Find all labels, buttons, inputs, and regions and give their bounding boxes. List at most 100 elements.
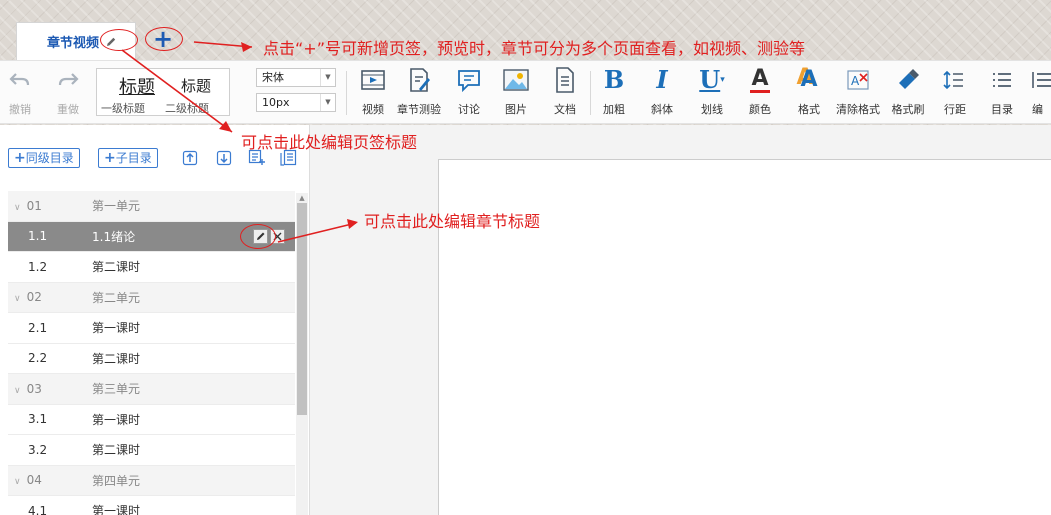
move-down-button[interactable]: [215, 148, 233, 168]
annotation-edit-chapter: 可点击此处编辑章节标题: [364, 212, 541, 231]
chapter-title: 第二课时: [92, 260, 141, 275]
italic-button[interactable]: I 斜体: [646, 65, 678, 121]
font-color-button[interactable]: A 颜色: [743, 65, 777, 121]
row-tools: [253, 228, 285, 244]
editor-toolbar: 撤销 重做 标题 标题 一级标题 二级标题 宋体 ▼ 10px ▼ 视频 章节测…: [0, 60, 1051, 124]
discussion-button[interactable]: 讨论: [453, 65, 485, 121]
plus-icon: +: [104, 150, 116, 166]
pencil-icon[interactable]: [105, 36, 117, 48]
chapter-number: ∨ 02: [14, 290, 42, 305]
line-spacing-button[interactable]: 行距: [937, 65, 973, 121]
tree-lesson-row[interactable]: 1.1 1.1绪论: [8, 221, 295, 252]
font-size-select[interactable]: 10px ▼: [256, 93, 336, 112]
format-icon: A: [800, 67, 818, 92]
undo-button[interactable]: 撤销: [2, 65, 38, 121]
chevron-down-icon[interactable]: ∨: [14, 294, 21, 304]
redo-button[interactable]: 重做: [50, 65, 86, 121]
numbering-button[interactable]: 编: [1032, 65, 1051, 121]
scroll-up-icon[interactable]: ▲: [296, 193, 308, 203]
tree-unit-row[interactable]: ∨ 01 第一单元: [8, 191, 295, 222]
quiz-icon: [404, 65, 434, 95]
chapter-number: 1.2: [28, 259, 48, 274]
chevron-down-icon: ▼: [320, 94, 335, 111]
toolbar-divider: [590, 71, 591, 115]
format-painter-icon: [893, 65, 923, 95]
tree-unit-row[interactable]: ∨ 04 第四单元: [8, 465, 295, 496]
document-icon: [550, 65, 580, 95]
font-color-icon: A: [750, 65, 770, 93]
toc-icon: [987, 65, 1017, 95]
tree-lesson-row[interactable]: 2.1 第一课时: [8, 313, 295, 344]
heading1-button[interactable]: 标题: [119, 73, 155, 99]
chapter-quiz-button[interactable]: 章节测验: [394, 65, 444, 121]
tab-chapter-video[interactable]: 章节视频: [16, 22, 136, 60]
tree-lesson-row[interactable]: 3.1 第一课时: [8, 404, 295, 435]
chevron-down-icon[interactable]: ∨: [14, 477, 21, 487]
add-child-button[interactable]: +子目录: [98, 148, 158, 168]
toolbar-divider: [346, 71, 347, 115]
format-painter-button[interactable]: 格式刷: [886, 65, 930, 121]
undo-icon: [5, 65, 35, 95]
font-family-select[interactable]: 宋体 ▼: [256, 68, 336, 87]
tree-lesson-row[interactable]: 2.2 第二课时: [8, 343, 295, 374]
chapter-number: 2.1: [28, 320, 48, 335]
edit-pencil-icon[interactable]: [253, 228, 268, 244]
chapter-number: ∨ 01: [14, 198, 42, 213]
chapter-title: 第一单元: [92, 199, 141, 214]
tree-lesson-row[interactable]: 3.2 第二课时: [8, 435, 295, 466]
add-sibling-button[interactable]: +同级目录: [8, 148, 80, 168]
chapter-tree: ∨ 01 第一单元 1.1 1.1绪论 1.2 第二课时 ∨ 02 第二单元 2.1 第一课时 2.2 第…: [8, 191, 295, 515]
plus-icon: +: [152, 25, 174, 53]
scrollbar-thumb[interactable]: [297, 203, 307, 415]
chapter-title: 第二单元: [92, 290, 141, 305]
annotation-edit-tab: 可点击此处编辑页签标题: [241, 133, 418, 152]
toc-button[interactable]: 目录: [986, 65, 1018, 121]
chapter-number: ∨ 03: [14, 381, 42, 396]
tab-label: 章节视频: [47, 36, 100, 51]
chapter-number: 4.1: [28, 503, 48, 515]
chapter-title: 第三单元: [92, 382, 141, 397]
svg-text:A: A: [851, 74, 860, 88]
chevron-down-icon: ▼: [320, 69, 335, 86]
heading2-button[interactable]: 标题: [181, 75, 211, 96]
bold-button[interactable]: B 加粗: [598, 65, 630, 121]
heading-style-picker: 标题 标题 一级标题 二级标题: [96, 68, 230, 116]
chapter-number: 3.2: [28, 442, 48, 457]
chapter-title: 第四单元: [92, 473, 141, 488]
add-tab-button[interactable]: +: [148, 25, 178, 53]
chapter-title: 第二课时: [92, 351, 141, 366]
editor-area: [310, 125, 1051, 515]
tree-lesson-row[interactable]: 4.1 第一课时: [8, 496, 295, 515]
tree-lesson-row[interactable]: 1.2 第二课时: [8, 252, 295, 283]
document-button[interactable]: 文档: [549, 65, 581, 121]
tree-unit-row[interactable]: ∨ 02 第二单元: [8, 282, 295, 313]
chapter-number: 1.1: [28, 229, 48, 244]
redo-icon: [53, 65, 83, 95]
video-button[interactable]: 视频: [356, 65, 390, 121]
line-spacing-icon: [940, 65, 970, 95]
chapter-title: 第一课时: [92, 504, 141, 515]
bold-icon: B: [603, 65, 625, 94]
chapter-number: ∨ 04: [14, 473, 42, 488]
close-icon[interactable]: [270, 228, 285, 244]
clear-format-button[interactable]: A 清除格式: [832, 65, 884, 121]
underline-button[interactable]: U ▾ 划线: [694, 65, 730, 121]
image-icon: [501, 65, 531, 95]
clear-format-icon: A: [843, 65, 873, 95]
video-icon: [358, 65, 388, 95]
chevron-down-icon[interactable]: ▾: [720, 75, 725, 85]
chapter-title: 第二课时: [92, 443, 141, 458]
discussion-icon: [454, 65, 484, 95]
chevron-down-icon[interactable]: ∨: [14, 386, 21, 396]
image-button[interactable]: 图片: [500, 65, 532, 121]
move-up-button[interactable]: [181, 148, 199, 168]
numbering-icon: [1032, 65, 1051, 95]
chevron-down-icon[interactable]: ∨: [14, 203, 21, 213]
chapter-title: 第一课时: [92, 412, 141, 427]
chapter-title: 第一课时: [92, 321, 141, 336]
underline-icon: U ▾: [699, 65, 725, 94]
tree-unit-row[interactable]: ∨ 03 第三单元: [8, 374, 295, 405]
annotation-add-tab: 点击“+”号可新增页签，预览时，章节可分为多个页面查看，如视频、测验等: [263, 39, 805, 58]
format-button[interactable]: A 格式: [793, 65, 825, 121]
chapter-number: 3.1: [28, 412, 48, 427]
